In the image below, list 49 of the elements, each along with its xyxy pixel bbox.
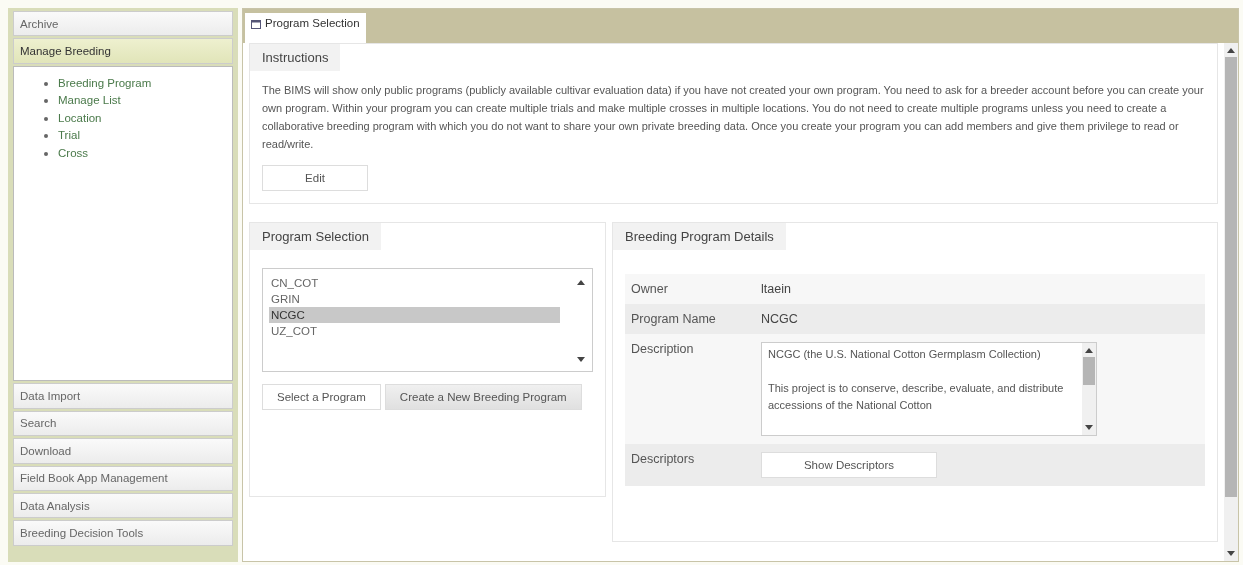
program-button[interactable]: Select a Program (262, 384, 381, 410)
bullet-icon (44, 81, 48, 86)
scroll-thumb[interactable] (1225, 57, 1237, 497)
accordion-header[interactable]: Breeding Decision Tools (13, 520, 233, 546)
accordion-header[interactable]: Field Book App Management (13, 465, 233, 491)
menu-link[interactable]: Manage List (58, 92, 121, 110)
detail-label: Owner (631, 282, 669, 296)
scroll-up-icon[interactable] (1085, 347, 1093, 353)
detail-label: Program Name (631, 312, 717, 326)
list-option[interactable]: NCGC (269, 307, 560, 323)
bullet-icon (44, 134, 48, 139)
bullet-icon (44, 116, 48, 121)
show-descriptors-button[interactable]: Show Descriptors (761, 452, 937, 478)
tab[interactable]: Program Selection (245, 13, 366, 43)
program-button[interactable]: Create a New Breeding Program (384, 384, 582, 410)
list-option[interactable]: CN_COT (269, 275, 560, 291)
menu-link[interactable]: Trial (58, 127, 80, 145)
detail-label: Descriptors (631, 452, 696, 468)
list-option[interactable]: GRIN (269, 291, 560, 307)
accordion-header[interactable]: Search (13, 410, 233, 437)
menu-link[interactable]: Cross (58, 144, 89, 163)
menu-link[interactable]: Breeding Program (58, 74, 152, 93)
description-field[interactable]: NCGC (the U.S. National Cotton Germplasm Collection) This project is to conserve, describe, evaluate, and distribute accessions of the National Cotton (761, 342, 1097, 436)
list-option[interactable]: UZ_COT (269, 323, 560, 339)
scroll-up-icon[interactable] (1227, 47, 1235, 53)
detail-label: Description (631, 342, 695, 358)
card-title: Breeding Program Details (613, 223, 786, 250)
detail-value: NCGC (761, 312, 798, 326)
menu-link[interactable]: Location (58, 109, 102, 128)
scroll-down-icon[interactable] (1227, 551, 1235, 557)
accordion-header[interactable]: Manage Breeding (13, 38, 233, 64)
accordion-header[interactable]: Data Import (13, 383, 233, 409)
page-scrollbar[interactable] (1224, 43, 1238, 561)
bullet-icon (44, 151, 48, 156)
detail-value: ltaein (761, 282, 791, 296)
scroll-up-icon[interactable] (577, 279, 585, 285)
accordion-header[interactable]: Data Analysis (13, 493, 233, 519)
instructions-text: The BIMS will show only public programs (publicly available cultivar evaluation data) if you have not created your own program. You need to ask for a breeder account before you can create your own program. Within your program you can create multiple trials and make multiple crosses in multiple locations. You do not need to create multiple programs unless you need to create a collaborative breeding program with which you do not want to share your own private breeding data. Once you create your program you can add members and give them privilege to read or read/write. (262, 83, 1205, 152)
card-title: Program Selection (250, 223, 381, 250)
card-title: Instructions (250, 44, 341, 71)
scroll-down-icon[interactable] (1085, 425, 1093, 431)
scroll-down-icon[interactable] (577, 357, 585, 363)
window-icon (251, 20, 261, 29)
bullet-icon (44, 99, 48, 104)
program-list[interactable]: CN_COT GRIN NCGC UZ_COT (262, 268, 593, 372)
edit-button[interactable]: Edit (262, 165, 368, 191)
scroll-thumb[interactable] (1083, 357, 1095, 385)
accordion-header[interactable]: Archive (13, 11, 233, 37)
accordion-header[interactable]: Download (13, 438, 233, 464)
